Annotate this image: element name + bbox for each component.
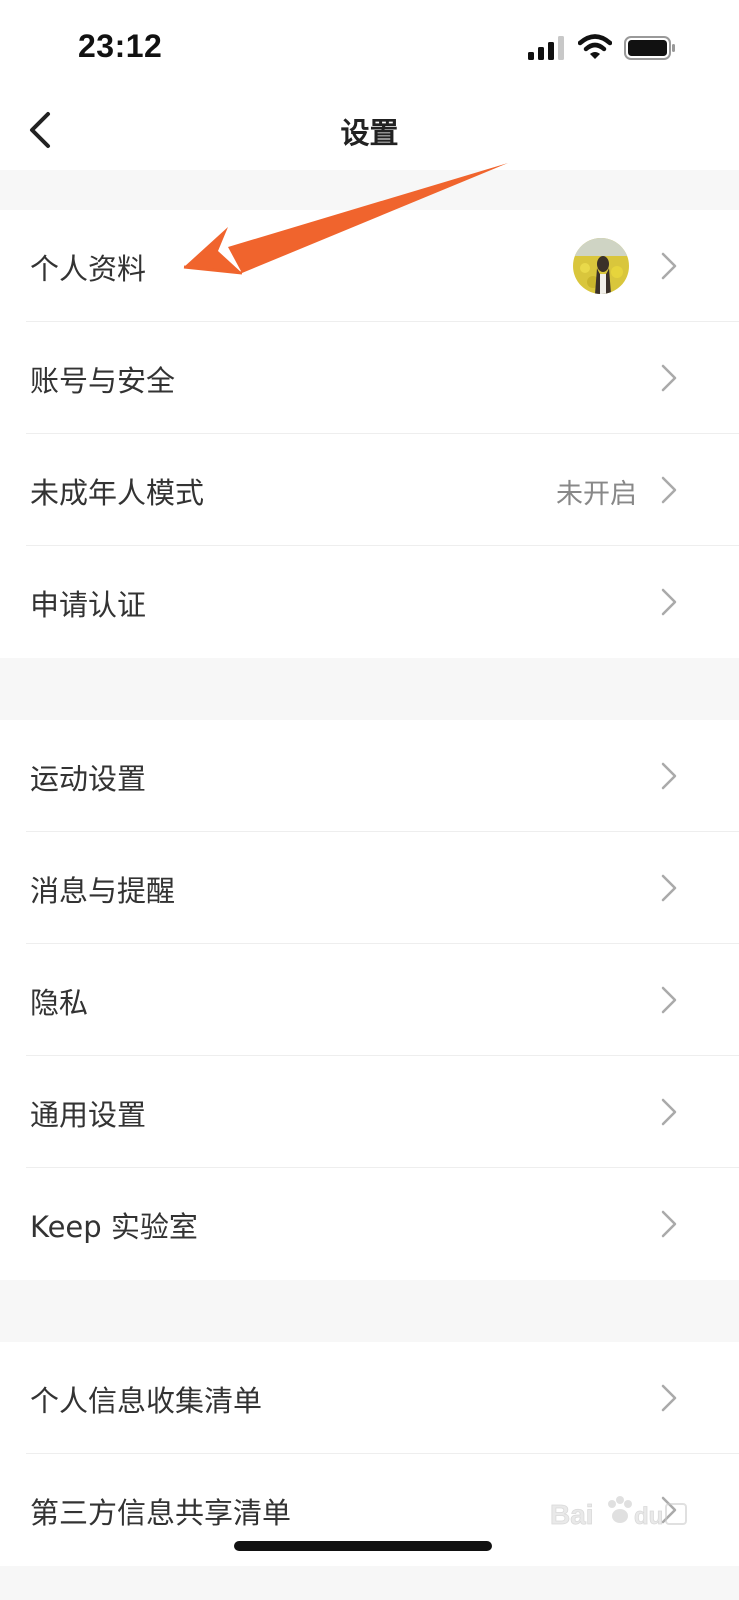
chevron-right-icon bbox=[661, 1098, 677, 1126]
row-label: Keep 实验室 bbox=[30, 1210, 198, 1244]
row-label: 申请认证 bbox=[30, 588, 147, 622]
status-time: 23:12 bbox=[78, 28, 163, 64]
row-value: 未开启 bbox=[556, 479, 637, 510]
signal-icon bbox=[528, 36, 564, 60]
chevron-right-icon bbox=[661, 252, 677, 280]
status-bar: 23:12 bbox=[0, 0, 739, 90]
chevron-right-icon bbox=[661, 1210, 677, 1238]
home-indicator bbox=[234, 1541, 492, 1551]
avatar bbox=[573, 238, 629, 294]
settings-row-sport[interactable]: 运动设置 bbox=[0, 720, 739, 832]
chevron-right-icon bbox=[661, 874, 677, 902]
chevron-right-icon bbox=[661, 1496, 677, 1524]
chevron-right-icon bbox=[661, 1384, 677, 1412]
chevron-right-icon bbox=[661, 986, 677, 1014]
row-label: 通用设置 bbox=[30, 1098, 147, 1132]
settings-group-account: 个人资料 账号与安全 未成年人模式 未开启 申请认证 bbox=[0, 210, 739, 658]
settings-row-personal-info-list[interactable]: 个人信息收集清单 bbox=[0, 1342, 739, 1454]
row-label: 运动设置 bbox=[30, 762, 147, 796]
wifi-icon bbox=[578, 34, 612, 59]
chevron-right-icon bbox=[661, 476, 677, 504]
battery-icon bbox=[624, 36, 675, 60]
page-title: 设置 bbox=[340, 116, 399, 150]
row-label: 个人信息收集清单 bbox=[30, 1384, 263, 1418]
settings-row-profile[interactable]: 个人资料 bbox=[0, 210, 739, 322]
row-label: 账号与安全 bbox=[30, 364, 176, 398]
settings-row-minor-mode[interactable]: 未成年人模式 未开启 bbox=[0, 434, 739, 546]
row-label: 未成年人模式 bbox=[30, 476, 205, 510]
settings-group-info-lists: 个人信息收集清单 第三方信息共享清单 bbox=[0, 1342, 739, 1566]
settings-row-privacy[interactable]: 隐私 bbox=[0, 944, 739, 1056]
nav-bar: 设置 bbox=[0, 90, 739, 170]
row-label: 个人资料 bbox=[30, 252, 147, 286]
chevron-right-icon bbox=[661, 364, 677, 392]
row-label: 第三方信息共享清单 bbox=[30, 1496, 292, 1530]
settings-group-general: 运动设置 消息与提醒 隐私 通用设置 Keep 实验室 bbox=[0, 720, 739, 1280]
settings-row-account-security[interactable]: 账号与安全 bbox=[0, 322, 739, 434]
chevron-right-icon bbox=[661, 588, 677, 616]
settings-row-keep-lab[interactable]: Keep 实验室 bbox=[0, 1168, 739, 1280]
settings-row-notifications[interactable]: 消息与提醒 bbox=[0, 832, 739, 944]
settings-row-general[interactable]: 通用设置 bbox=[0, 1056, 739, 1168]
row-label: 消息与提醒 bbox=[30, 874, 176, 908]
row-label: 隐私 bbox=[30, 986, 89, 1020]
settings-row-verification[interactable]: 申请认证 bbox=[0, 546, 739, 658]
chevron-right-icon bbox=[661, 762, 677, 790]
